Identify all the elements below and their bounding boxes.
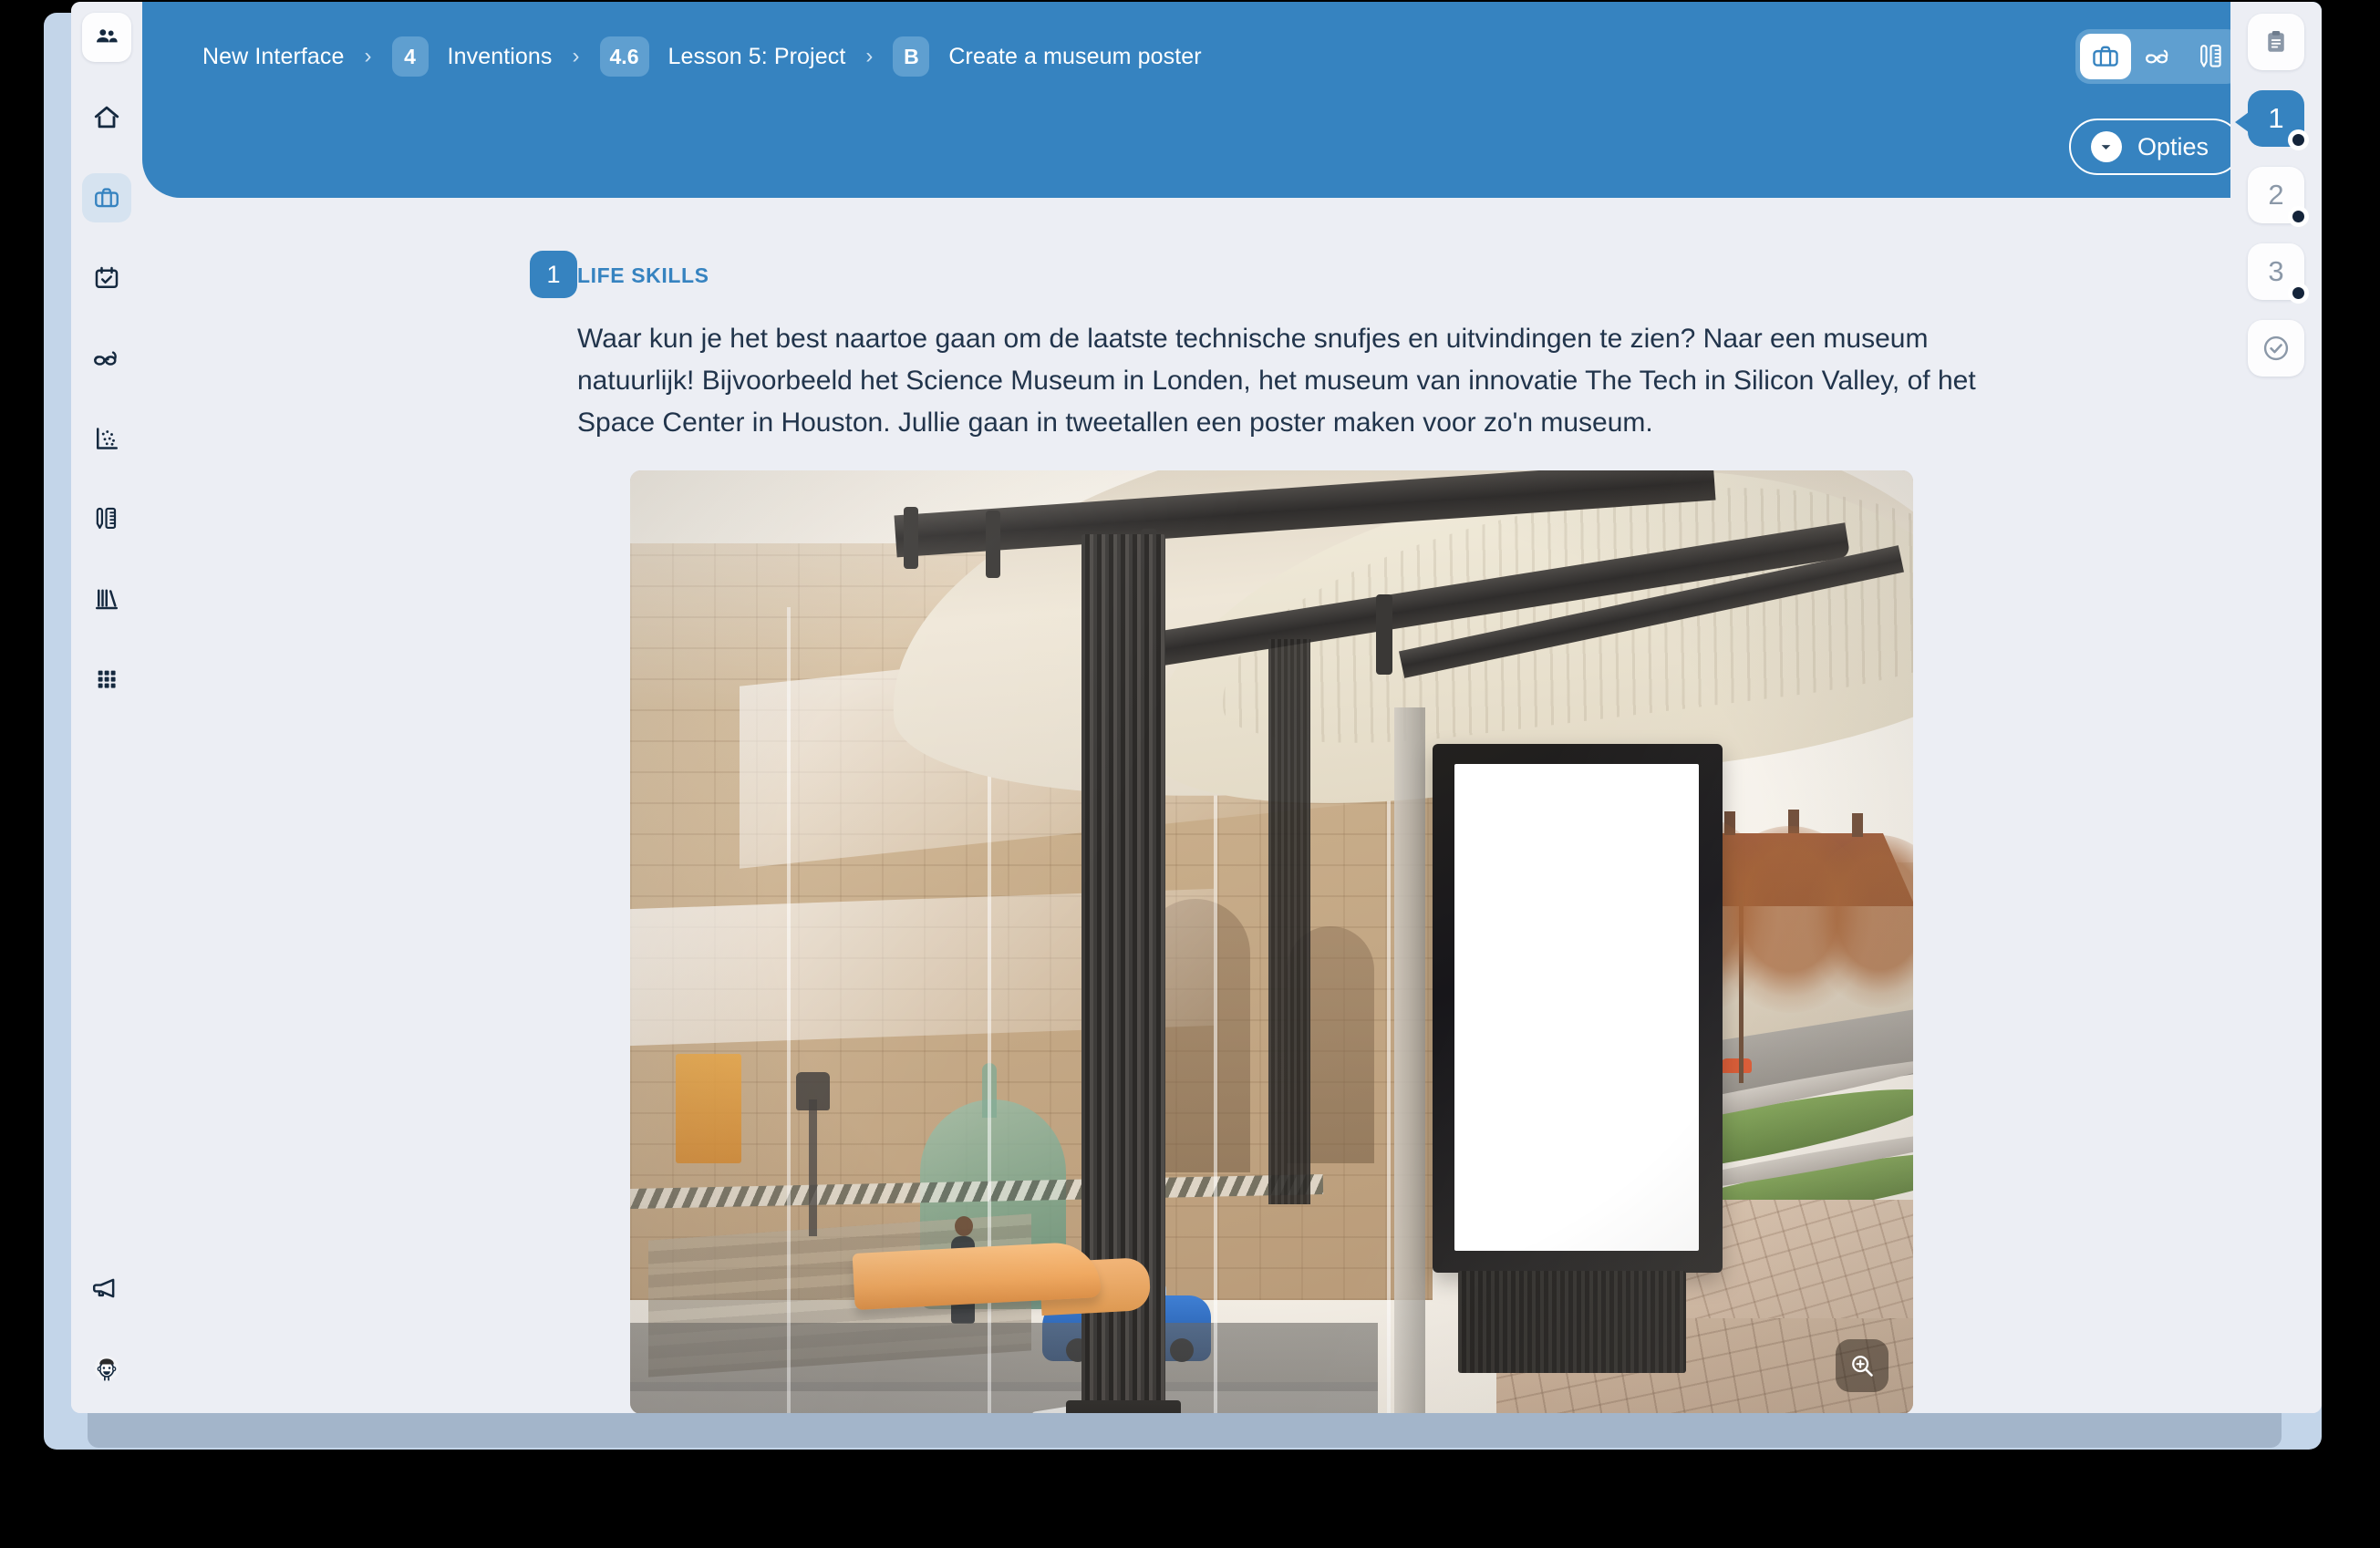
breadcrumb-chip-unit: 4 [391,36,429,77]
step-status-badge [2288,206,2309,227]
lesson-image[interactable] [630,470,1913,1413]
image-zoom-button[interactable] [1836,1339,1888,1392]
application-window: 1 LIFE SKILLS Waar kun je het best naart… [71,2,2322,1413]
sidebar-item-planning[interactable] [82,253,131,303]
section-body-text: Waar kun je het best naartoe gaan om de … [577,324,1976,438]
sidebar-item-review[interactable] [82,334,131,383]
right-step-rail: 1 2 3 [2230,2,2322,1413]
left-sidebar [71,2,142,1413]
clipboard-icon [2268,31,2284,52]
glasses-icon [94,351,117,366]
sidebar-item-assignments[interactable] [82,494,131,543]
horizontal-scrollbar[interactable] [88,1413,2282,1448]
sidebar-item-apps[interactable] [82,655,131,704]
breadcrumb-item-task[interactable]: Create a museum poster [948,44,1201,70]
chevron-down-circle-icon [2090,131,2122,162]
sidebar-item-library[interactable] [82,574,131,624]
view-mode-glasses-button[interactable] [2133,34,2184,79]
sidebar-item-home[interactable] [82,93,131,142]
rail-item-label: 1 [2268,102,2284,134]
view-mode-toggle-group [2075,29,2241,84]
briefcase-icon [95,188,119,208]
bus-stop-photo [630,470,1913,1413]
sidebar-item-briefcase[interactable] [82,173,131,222]
desktop-background: 1 LIFE SKILLS Waar kun je het best naart… [0,0,2380,1548]
home-icon [94,106,119,129]
options-button-label: Opties [2137,132,2209,160]
breadcrumb-chip-task: B [893,36,930,77]
sidebar-item-users[interactable] [82,13,131,62]
rail-item-complete[interactable] [2248,320,2304,377]
pen-ruler-icon [96,507,117,530]
breadcrumb-separator-icon: › [572,44,580,68]
step-status-badge [2288,283,2309,304]
rail-item-label: 2 [2268,179,2284,211]
glasses-icon [2146,49,2168,64]
users-icon [97,29,118,43]
sidebar-item-announcements[interactable] [82,1264,131,1313]
breadcrumb-separator-icon: › [865,44,874,68]
rail-item-step-3[interactable]: 3 [2248,243,2309,304]
pen-ruler-icon [2200,45,2221,67]
breadcrumb-chip-lesson: 4.6 [599,36,649,77]
section-label: LIFE SKILLS [577,263,709,287]
rail-item-label: 3 [2268,255,2284,287]
breadcrumb: New Interface › 4 Inventions › 4.6 Lesso… [202,36,1202,77]
megaphone-icon [92,1278,115,1298]
view-mode-pen-ruler-button[interactable] [2186,34,2237,79]
photo-vignette [630,470,1913,1413]
main-content-area: 1 LIFE SKILLS Waar kun je het best naart… [142,198,2230,1413]
books-icon [96,589,118,610]
rail-item-step-2[interactable]: 2 [2248,167,2309,227]
breadcrumb-separator-icon: › [364,44,372,68]
breadcrumb-item-root[interactable]: New Interface [202,44,345,70]
lesson-section: 1 LIFE SKILLS Waar kun je het best naart… [530,251,1989,1413]
page-header: New Interface › 4 Inventions › 4.6 Lesso… [142,2,2322,198]
breadcrumb-item-lesson[interactable]: Lesson 5: Project [668,44,846,70]
check-circle-icon [2263,335,2289,361]
sidebar-item-profile[interactable] [82,1344,131,1393]
step-status-badge [2288,129,2309,150]
sidebar-item-results[interactable] [82,414,131,463]
briefcase-icon [2093,46,2118,67]
magnifier-plus-icon [1852,1356,1873,1377]
avatar-icon [94,1356,119,1381]
rail-item-overview[interactable] [2248,14,2304,70]
options-button[interactable]: Opties [2068,119,2241,175]
section-header: 1 LIFE SKILLS [530,251,1989,298]
breadcrumb-item-unit[interactable]: Inventions [448,44,553,70]
scatter-chart-icon [97,428,118,449]
grid-apps-icon [98,670,116,688]
view-mode-briefcase-button[interactable] [2080,34,2131,79]
rail-item-step-1[interactable]: 1 [2235,90,2309,150]
calendar-check-icon [95,266,119,288]
